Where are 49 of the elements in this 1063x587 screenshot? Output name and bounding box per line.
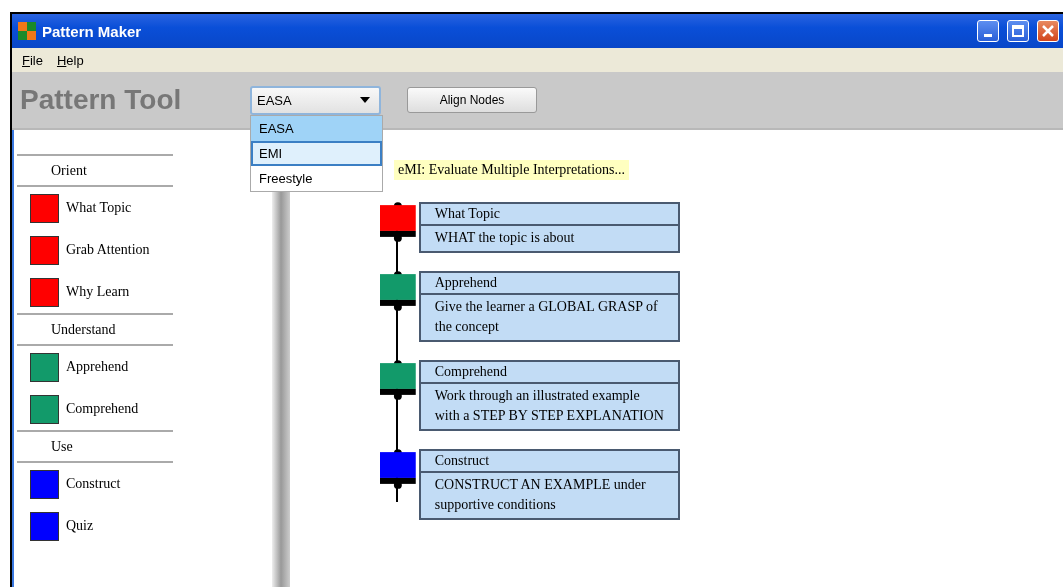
app-icon bbox=[18, 22, 36, 40]
node-marker-icon bbox=[380, 271, 416, 311]
node-title: What Topic bbox=[420, 204, 678, 226]
node-description: Give the learner a GLOBAL GRASP of the concept bbox=[433, 298, 659, 336]
pattern-swatch[interactable] bbox=[30, 352, 59, 382]
pattern-label[interactable]: Apprehend bbox=[66, 359, 129, 375]
node-card[interactable]: Apprehend Give the learner a GLOBAL GRASP of the concept bbox=[418, 271, 680, 342]
pattern-swatch[interactable] bbox=[30, 511, 59, 541]
menu-item[interactable]: File bbox=[22, 52, 43, 68]
palette-heading: Use bbox=[51, 439, 73, 454]
node-card[interactable]: Comprehend Work through an illustrated example with a STEP BY STEP EXPLANATION bbox=[418, 360, 680, 431]
node-description: WHAT the topic is about bbox=[433, 229, 576, 247]
pattern-label[interactable]: Grab Attention bbox=[66, 242, 150, 258]
pattern-label[interactable]: Quiz bbox=[66, 518, 94, 534]
node-title: Apprehend bbox=[420, 273, 678, 295]
dropdown-option[interactable]: EASA bbox=[251, 115, 382, 141]
node-title: Construct bbox=[420, 451, 678, 473]
align-nodes-button[interactable]: Align Nodes bbox=[407, 87, 537, 113]
maximize-button[interactable] bbox=[1007, 20, 1029, 42]
node-title: Comprehend bbox=[420, 362, 678, 384]
minimize-button[interactable] bbox=[977, 20, 999, 42]
pattern-swatch[interactable] bbox=[30, 469, 59, 499]
pattern-note: eMI: Evaluate Multiple Interpretations... bbox=[394, 160, 630, 180]
caret-icon bbox=[360, 97, 370, 103]
node-description: CONSTRUCT AN EXAMPLE under supportive conditions bbox=[433, 476, 647, 514]
close-button[interactable] bbox=[1037, 20, 1059, 42]
node-marker-icon bbox=[380, 449, 416, 489]
window-title: Pattern Maker bbox=[42, 22, 143, 40]
node-marker-icon bbox=[380, 202, 416, 242]
minimize-icon bbox=[984, 33, 992, 37]
node-card[interactable]: Construct CONSTRUCT AN EXAMPLE under supportive conditions bbox=[418, 449, 680, 520]
node-card[interactable]: What Topic WHAT the topic is about bbox=[418, 202, 680, 253]
node-description: Work through an illustrated example with a STEP BY STEP EXPLANATION bbox=[433, 387, 665, 425]
menu-item[interactable]: Help bbox=[56, 52, 84, 68]
maximize-icon bbox=[1012, 25, 1024, 37]
tool-title: Pattern Tool bbox=[20, 84, 183, 116]
palette-heading: Orient bbox=[51, 163, 87, 178]
pattern-swatch[interactable] bbox=[30, 235, 59, 265]
pattern-swatch[interactable] bbox=[30, 394, 59, 424]
pattern-label[interactable]: Construct bbox=[66, 476, 121, 492]
pattern-swatch[interactable] bbox=[30, 193, 59, 223]
palette-heading: Understand bbox=[51, 322, 116, 337]
close-icon bbox=[1042, 25, 1054, 37]
pattern-label[interactable]: Why Learn bbox=[66, 284, 130, 300]
dropdown-option[interactable]: EMI bbox=[251, 140, 382, 166]
pattern-label[interactable]: What Topic bbox=[66, 200, 132, 216]
pattern-label[interactable]: Comprehend bbox=[66, 401, 139, 417]
node-marker-icon bbox=[380, 360, 416, 400]
pattern-swatch[interactable] bbox=[30, 277, 59, 307]
